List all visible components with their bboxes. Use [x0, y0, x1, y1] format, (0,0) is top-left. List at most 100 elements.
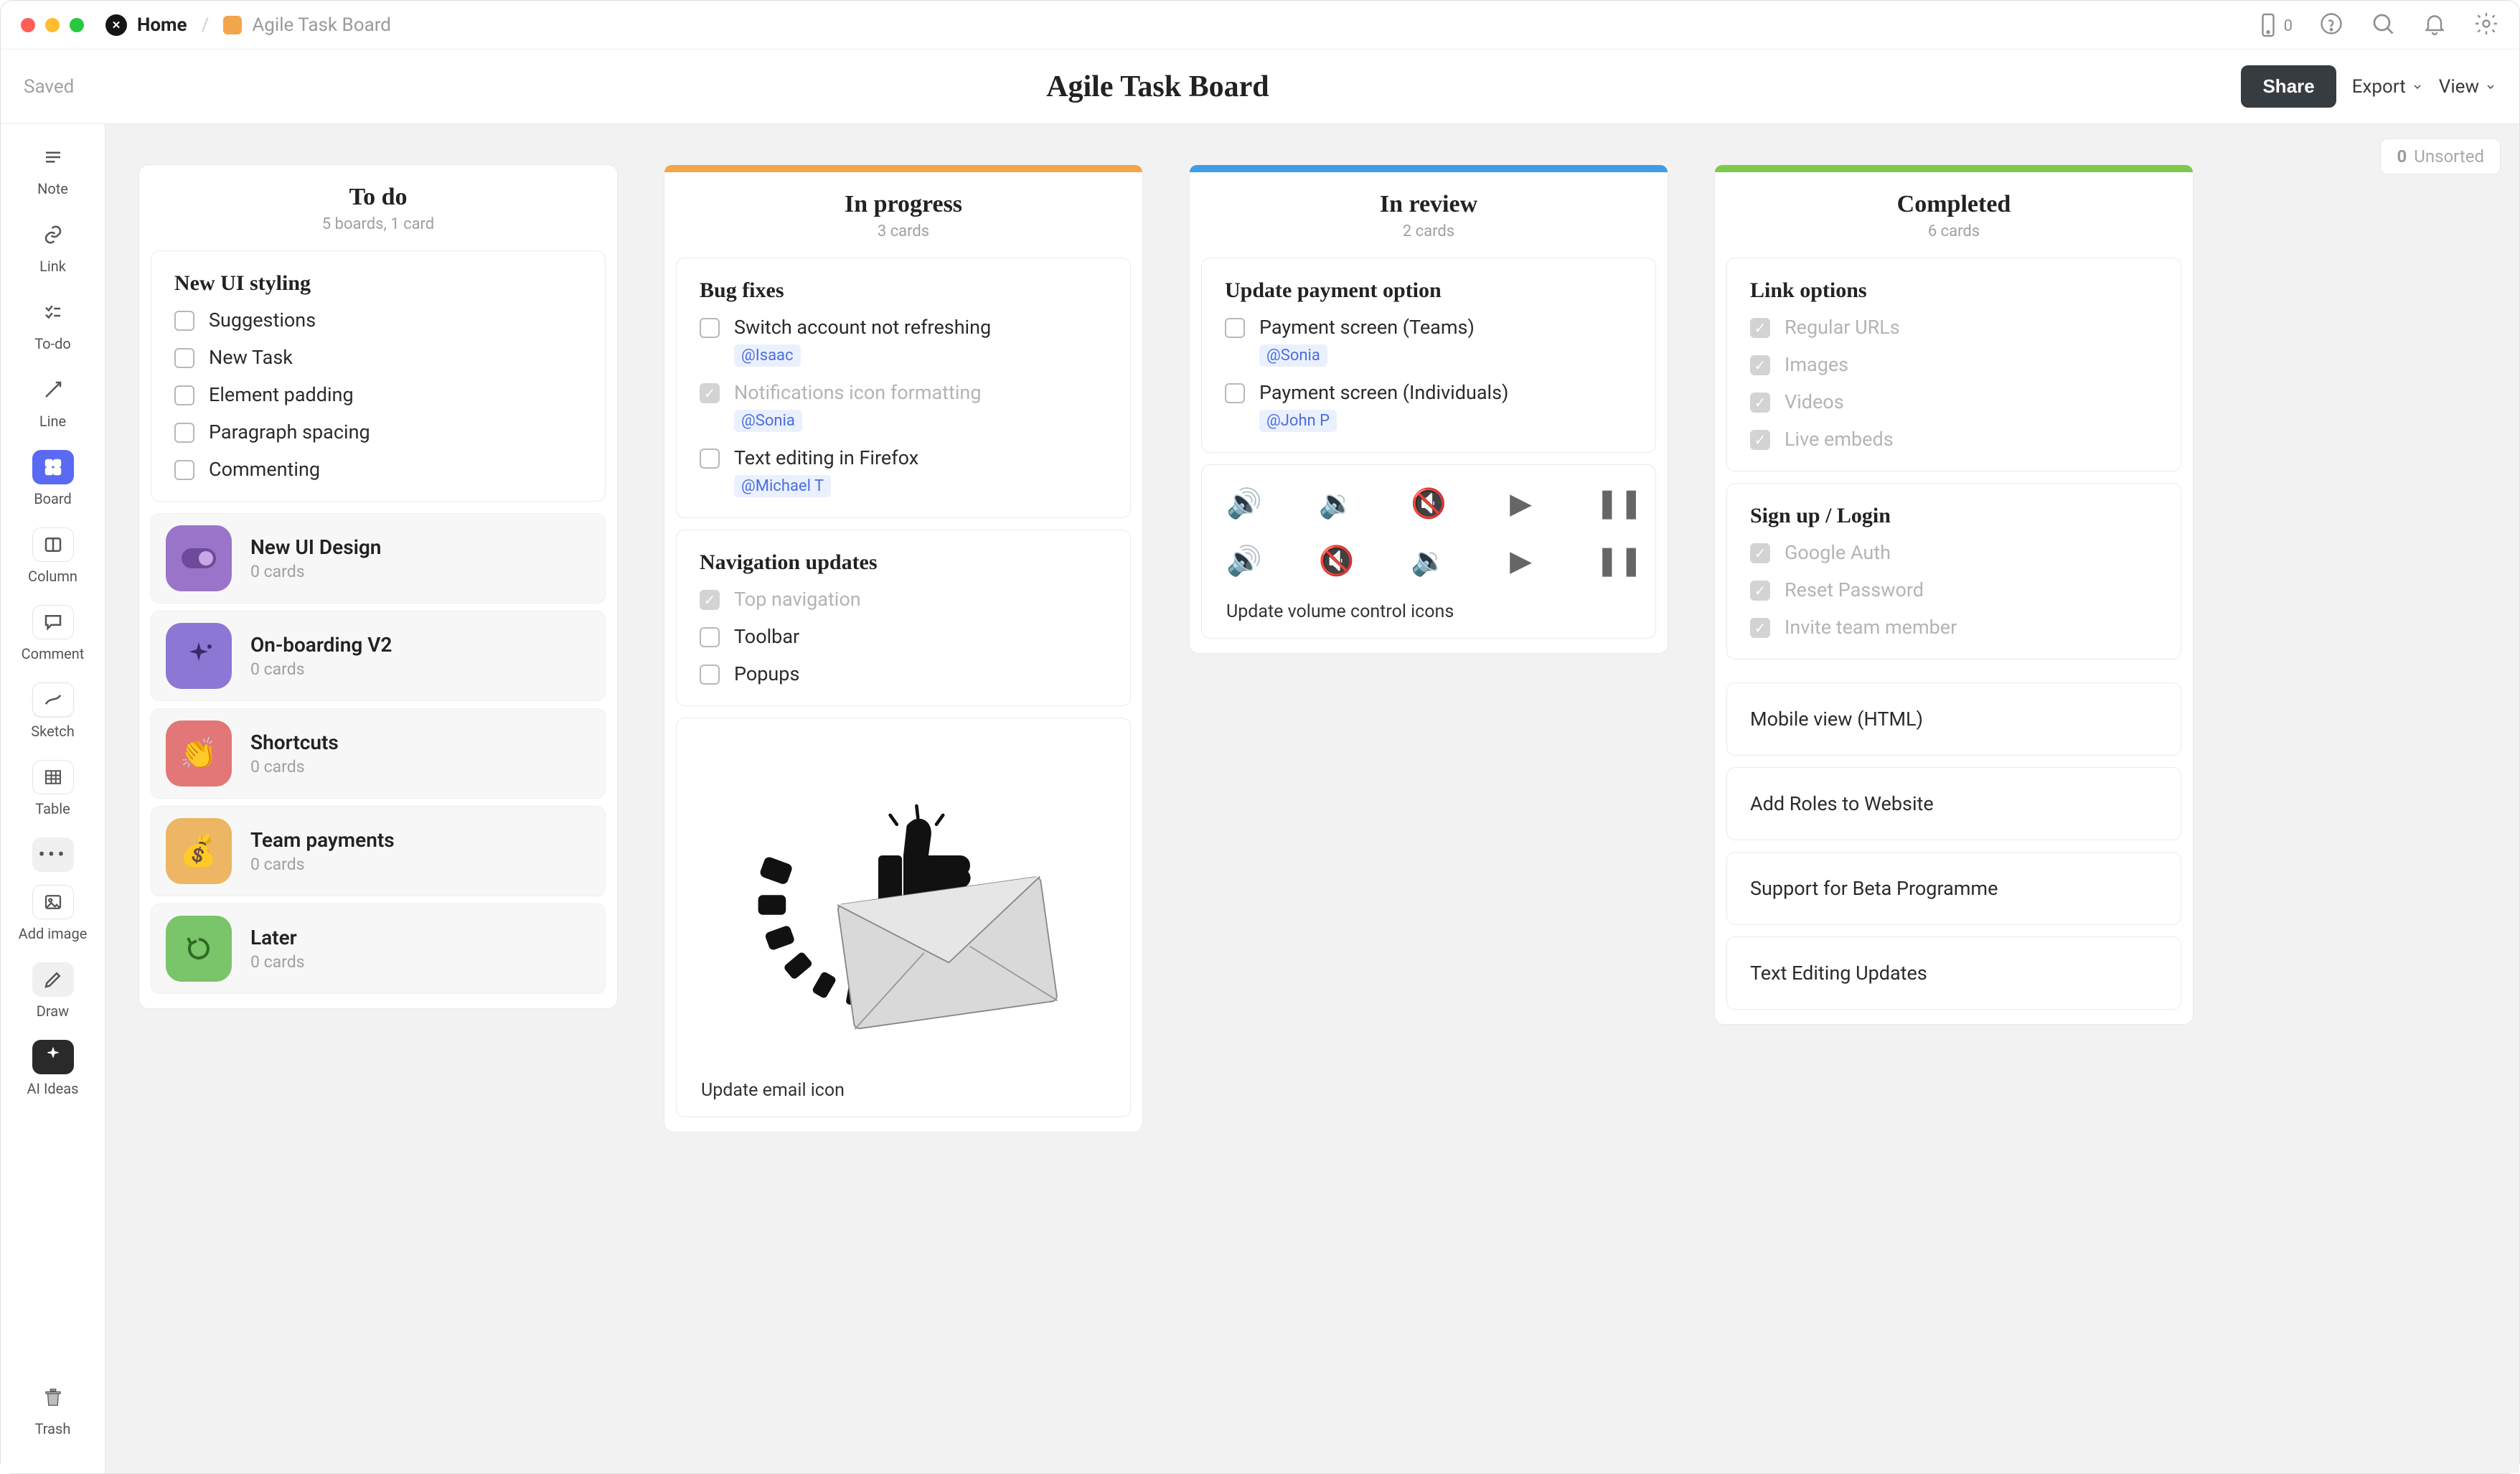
rail-line[interactable]: Line [13, 372, 93, 430]
rail-more[interactable]: ••• [13, 837, 93, 872]
checkbox-icon[interactable] [700, 449, 720, 469]
task-row[interactable]: Paragraph spacing [174, 421, 582, 443]
task-row[interactable]: Videos [1750, 390, 2158, 413]
task-row[interactable]: Images [1750, 353, 2158, 376]
rail-trash[interactable]: Trash [13, 1380, 93, 1437]
task-row[interactable]: Google Auth [1750, 541, 2158, 564]
rail-sketch[interactable]: Sketch [13, 682, 93, 740]
task-row[interactable]: Commenting [174, 458, 582, 481]
simple-card[interactable]: Text Editing Updates [1726, 936, 2181, 1010]
checkbox-icon[interactable] [1750, 618, 1770, 638]
checkbox-icon[interactable] [1225, 383, 1245, 403]
checkbox-icon[interactable] [1750, 393, 1770, 413]
simple-card[interactable]: Mobile view (HTML) [1726, 682, 2181, 756]
task-row[interactable]: Invite team member [1750, 616, 2158, 639]
task-row[interactable]: Payment screen (Teams) @Sonia [1225, 316, 1632, 367]
page-title[interactable]: Agile Task Board [74, 70, 2241, 104]
checkbox-icon[interactable] [700, 627, 720, 647]
view-menu[interactable]: View [2439, 76, 2496, 98]
card-email-icon[interactable]: Update email icon [676, 718, 1131, 1117]
column-subtitle: 6 cards [1736, 222, 2171, 240]
checkbox-icon[interactable] [1750, 581, 1770, 601]
board-item[interactable]: Later 0 cards [151, 903, 606, 994]
board-item[interactable]: New UI Design 0 cards [151, 513, 606, 604]
mention-badge[interactable]: @Michael T [734, 475, 831, 497]
export-menu[interactable]: Export [2352, 76, 2423, 98]
checkbox-icon[interactable] [174, 385, 194, 405]
checkbox-icon[interactable] [700, 665, 720, 685]
checkbox-icon[interactable] [700, 318, 720, 338]
column-completed[interactable]: Completed 6 cards Link options Regular U… [1714, 164, 2194, 1025]
checkbox-icon[interactable] [1750, 318, 1770, 338]
task-row[interactable]: Toolbar [700, 625, 1107, 648]
card-payment-option[interactable]: Update payment option Payment screen (Te… [1201, 258, 1656, 453]
checkbox-icon[interactable] [1750, 430, 1770, 450]
checkbox-icon[interactable] [174, 348, 194, 368]
rail-note[interactable]: Note [13, 140, 93, 197]
board-item[interactable]: 👏 Shortcuts 0 cards [151, 708, 606, 799]
share-button[interactable]: Share [2241, 65, 2336, 108]
rail-comment[interactable]: Comment [13, 605, 93, 662]
task-row[interactable]: Payment screen (Individuals) @John P [1225, 381, 1632, 432]
breadcrumb-title[interactable]: Agile Task Board [252, 14, 391, 36]
rail-ai-ideas[interactable]: AI Ideas [13, 1040, 93, 1097]
rail-column[interactable]: Column [13, 527, 93, 585]
task-row[interactable]: Reset Password [1750, 578, 2158, 601]
task-row[interactable]: New Task [174, 346, 582, 369]
card-signup-login[interactable]: Sign up / Login Google AuthReset Passwor… [1726, 483, 2181, 659]
rail-link[interactable]: Link [13, 217, 93, 275]
task-row[interactable]: Notifications icon formatting @Sonia [700, 381, 1107, 432]
simple-card[interactable]: Support for Beta Programme [1726, 852, 2181, 925]
help-icon[interactable] [2318, 11, 2344, 39]
gear-icon[interactable] [2473, 11, 2499, 39]
bell-icon[interactable] [2422, 11, 2448, 39]
task-row[interactable]: Suggestions [174, 309, 582, 332]
minimize-window-icon[interactable] [45, 18, 60, 32]
checkbox-icon[interactable] [174, 423, 194, 443]
column-title: Completed [1736, 191, 2171, 218]
task-label: Top navigation [734, 588, 861, 611]
task-row[interactable]: Top navigation [700, 588, 1107, 611]
rail-add-image[interactable]: Add image [13, 885, 93, 942]
checkbox-icon[interactable] [700, 590, 720, 610]
breadcrumb-home[interactable]: Home [137, 14, 187, 36]
rail-table[interactable]: Table [13, 760, 93, 817]
checkbox-icon[interactable] [174, 311, 194, 331]
task-row[interactable]: Live embeds [1750, 428, 2158, 451]
column-todo[interactable]: To do 5 boards, 1 card New UI styling Su… [138, 164, 618, 1009]
rail-draw[interactable]: Draw [13, 962, 93, 1020]
unsorted-pill[interactable]: 0 Unsorted [2380, 139, 2501, 174]
card-volume-icons[interactable]: 🔊 🔉 🔇 ▶ ❚❚ 🔊 🔇 🔉 ▶ ❚❚ [1201, 464, 1656, 639]
mention-badge[interactable]: @Sonia [1259, 344, 1327, 367]
checkbox-icon[interactable] [1225, 318, 1245, 338]
card-new-ui-styling[interactable]: New UI styling SuggestionsNew TaskElemen… [151, 250, 606, 502]
document-header: Saved Agile Task Board Share Export View [1, 50, 2519, 124]
checkbox-icon[interactable] [1750, 355, 1770, 375]
column-in-review[interactable]: In review 2 cards Update payment option … [1189, 164, 1668, 654]
mention-badge[interactable]: @Sonia [734, 410, 802, 432]
checkbox-icon[interactable] [700, 383, 720, 403]
app-logo-icon[interactable]: ✕ [105, 14, 127, 36]
checkbox-icon[interactable] [174, 460, 194, 480]
mention-badge[interactable]: @John P [1259, 410, 1337, 432]
board-item[interactable]: On-boarding V2 0 cards [151, 611, 606, 701]
task-row[interactable]: Element padding [174, 383, 582, 406]
card-bug-fixes[interactable]: Bug fixes Switch account not refreshing … [676, 258, 1131, 518]
close-window-icon[interactable] [21, 18, 35, 32]
checkbox-icon[interactable] [1750, 543, 1770, 563]
card-link-options[interactable]: Link options Regular URLsImagesVideosLiv… [1726, 258, 2181, 471]
task-row[interactable]: Switch account not refreshing @Isaac [700, 316, 1107, 367]
board-item[interactable]: 💰 Team payments 0 cards [151, 806, 606, 896]
task-row[interactable]: Text editing in Firefox @Michael T [700, 446, 1107, 497]
mention-badge[interactable]: @Isaac [734, 344, 801, 367]
column-in-progress[interactable]: In progress 3 cards Bug fixes Switch acc… [664, 164, 1143, 1132]
task-row[interactable]: Regular URLs [1750, 316, 2158, 339]
maximize-window-icon[interactable] [70, 18, 84, 32]
task-row[interactable]: Popups [700, 662, 1107, 685]
simple-card[interactable]: Add Roles to Website [1726, 767, 2181, 840]
rail-board[interactable]: Board [13, 450, 93, 507]
card-navigation-updates[interactable]: Navigation updates Top navigation Toolba… [676, 530, 1131, 706]
phone-icon[interactable]: 0 [2255, 12, 2293, 38]
search-icon[interactable] [2370, 11, 2396, 39]
rail-todo[interactable]: To-do [13, 295, 93, 352]
